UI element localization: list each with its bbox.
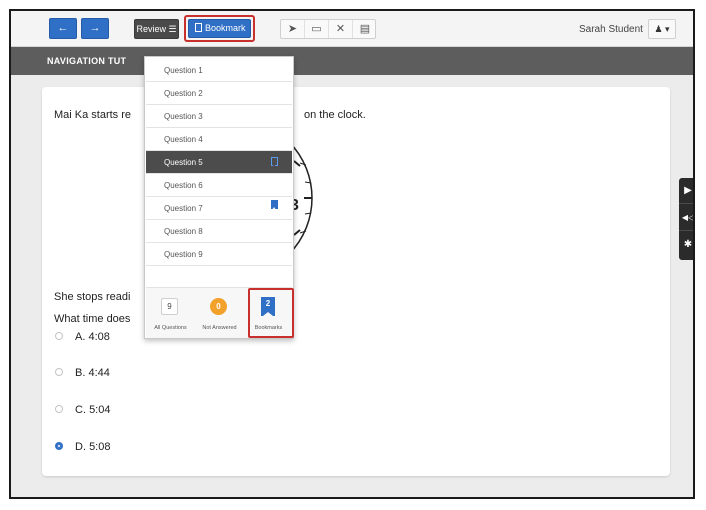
question-list-item-label: Question 8 <box>164 227 203 236</box>
eliminate-tool-icon[interactable]: ✕ <box>329 20 353 38</box>
question-list-item-label: Question 6 <box>164 181 203 190</box>
question-line-2: She stops readi <box>54 291 131 303</box>
choice-b-letter: B. <box>75 367 86 379</box>
question-list-item-label: Question 7 <box>164 204 203 213</box>
calculator-tool-icon[interactable]: ▤ <box>353 20 377 38</box>
question-list-item-1[interactable]: Question 1 <box>146 59 292 82</box>
choice-a-text: 4:08 <box>88 331 110 343</box>
choice-d-text: 5:08 <box>89 441 111 453</box>
choice-b-text: 4:44 <box>88 367 110 379</box>
question-list-item-3[interactable]: Question 3 <box>146 105 292 128</box>
bookmarks-filter-highlight-box <box>248 288 294 338</box>
question-list-item-label: Question 1 <box>164 66 203 75</box>
question-intro-right: on the clock. <box>304 109 366 121</box>
question-list-item-label: Question 2 <box>164 89 203 98</box>
question-card: Mai Ka starts re on the clock. She stops… <box>42 87 670 476</box>
question-list-item-label: Question 3 <box>164 112 203 121</box>
user-name: Sarah Student <box>579 24 643 35</box>
question-list-item-label: Question 9 <box>164 250 203 259</box>
question-list-item-5[interactable]: Question 5 <box>146 151 292 174</box>
radio-d[interactable] <box>55 442 63 450</box>
question-list-item-label: Question 4 <box>164 135 203 144</box>
bookmark-icon <box>271 200 278 210</box>
choice-c[interactable]: C. 5:04 <box>55 404 110 416</box>
top-toolbar: ← → Review ☰ Bookmark ➤ ▭ ✕ ▤ Sarah Stud… <box>11 11 693 47</box>
filter-all-questions[interactable]: 9 All Questions <box>146 288 195 339</box>
review-button[interactable]: Review ☰ <box>134 19 179 39</box>
back-button[interactable]: ← <box>49 18 77 39</box>
forward-button[interactable]: → <box>81 18 109 39</box>
question-list-item-9[interactable]: Question 9 <box>146 243 292 266</box>
play-icon[interactable]: ▶ <box>679 178 693 204</box>
speaker-icon[interactable]: ◀◁ <box>679 205 693 231</box>
question-list-item-label: Question 5 <box>164 158 203 167</box>
choice-b[interactable]: B. 4:44 <box>55 367 110 379</box>
filter-all-questions-label: All Questions <box>154 325 187 331</box>
filter-not-answered[interactable]: 0 Not Answered <box>195 288 244 339</box>
choice-c-letter: C. <box>75 404 86 416</box>
choice-a-letter: A. <box>75 331 86 343</box>
bookmark-button-label: Bookmark <box>205 23 246 33</box>
user-menu-button[interactable]: ♟ ▾ <box>648 19 676 39</box>
choice-d[interactable]: D. 5:08 <box>55 441 110 453</box>
radio-b[interactable] <box>55 368 63 376</box>
review-filter-bar: 9 All Questions 0 Not Answered 2 Bookmar… <box>146 287 294 339</box>
question-list-item-4[interactable]: Question 4 <box>146 128 292 151</box>
choice-c-text: 5:04 <box>89 404 111 416</box>
bookmark-button[interactable]: Bookmark <box>188 19 251 38</box>
not-answered-count: 0 <box>210 298 227 315</box>
question-line-3: What time does <box>54 313 131 325</box>
bookmark-icon <box>195 23 202 32</box>
pointer-tool-icon[interactable]: ➤ <box>281 20 305 38</box>
app-window: ← → Review ☰ Bookmark ➤ ▭ ✕ ▤ Sarah Stud… <box>9 9 695 499</box>
radio-a[interactable] <box>55 332 63 340</box>
settings-gear-icon[interactable]: ✱ <box>679 232 693 258</box>
side-tool-panel: ▶ ◀◁ ✱ <box>679 178 693 260</box>
choice-a[interactable]: A. 4:08 <box>55 331 110 343</box>
choice-d-letter: D. <box>75 441 86 453</box>
question-list-item-7[interactable]: Question 7 <box>146 197 292 220</box>
question-intro-left: Mai Ka starts re <box>54 109 132 121</box>
tool-group: ➤ ▭ ✕ ▤ <box>280 19 376 39</box>
review-dropdown: Question 1 Question 2 Question 3 Questio… <box>144 56 294 339</box>
bookmark-icon <box>271 157 278 167</box>
question-list-item-2[interactable]: Question 2 <box>146 82 292 105</box>
question-list-item-6[interactable]: Question 6 <box>146 174 292 197</box>
test-title-bar: NAVIGATION TUT <box>11 47 693 75</box>
all-questions-count: 9 <box>161 298 178 315</box>
filter-not-answered-label: Not Answered <box>202 325 237 331</box>
note-tool-icon[interactable]: ▭ <box>305 20 329 38</box>
question-list-item-8[interactable]: Question 8 <box>146 220 292 243</box>
radio-c[interactable] <box>55 405 63 413</box>
